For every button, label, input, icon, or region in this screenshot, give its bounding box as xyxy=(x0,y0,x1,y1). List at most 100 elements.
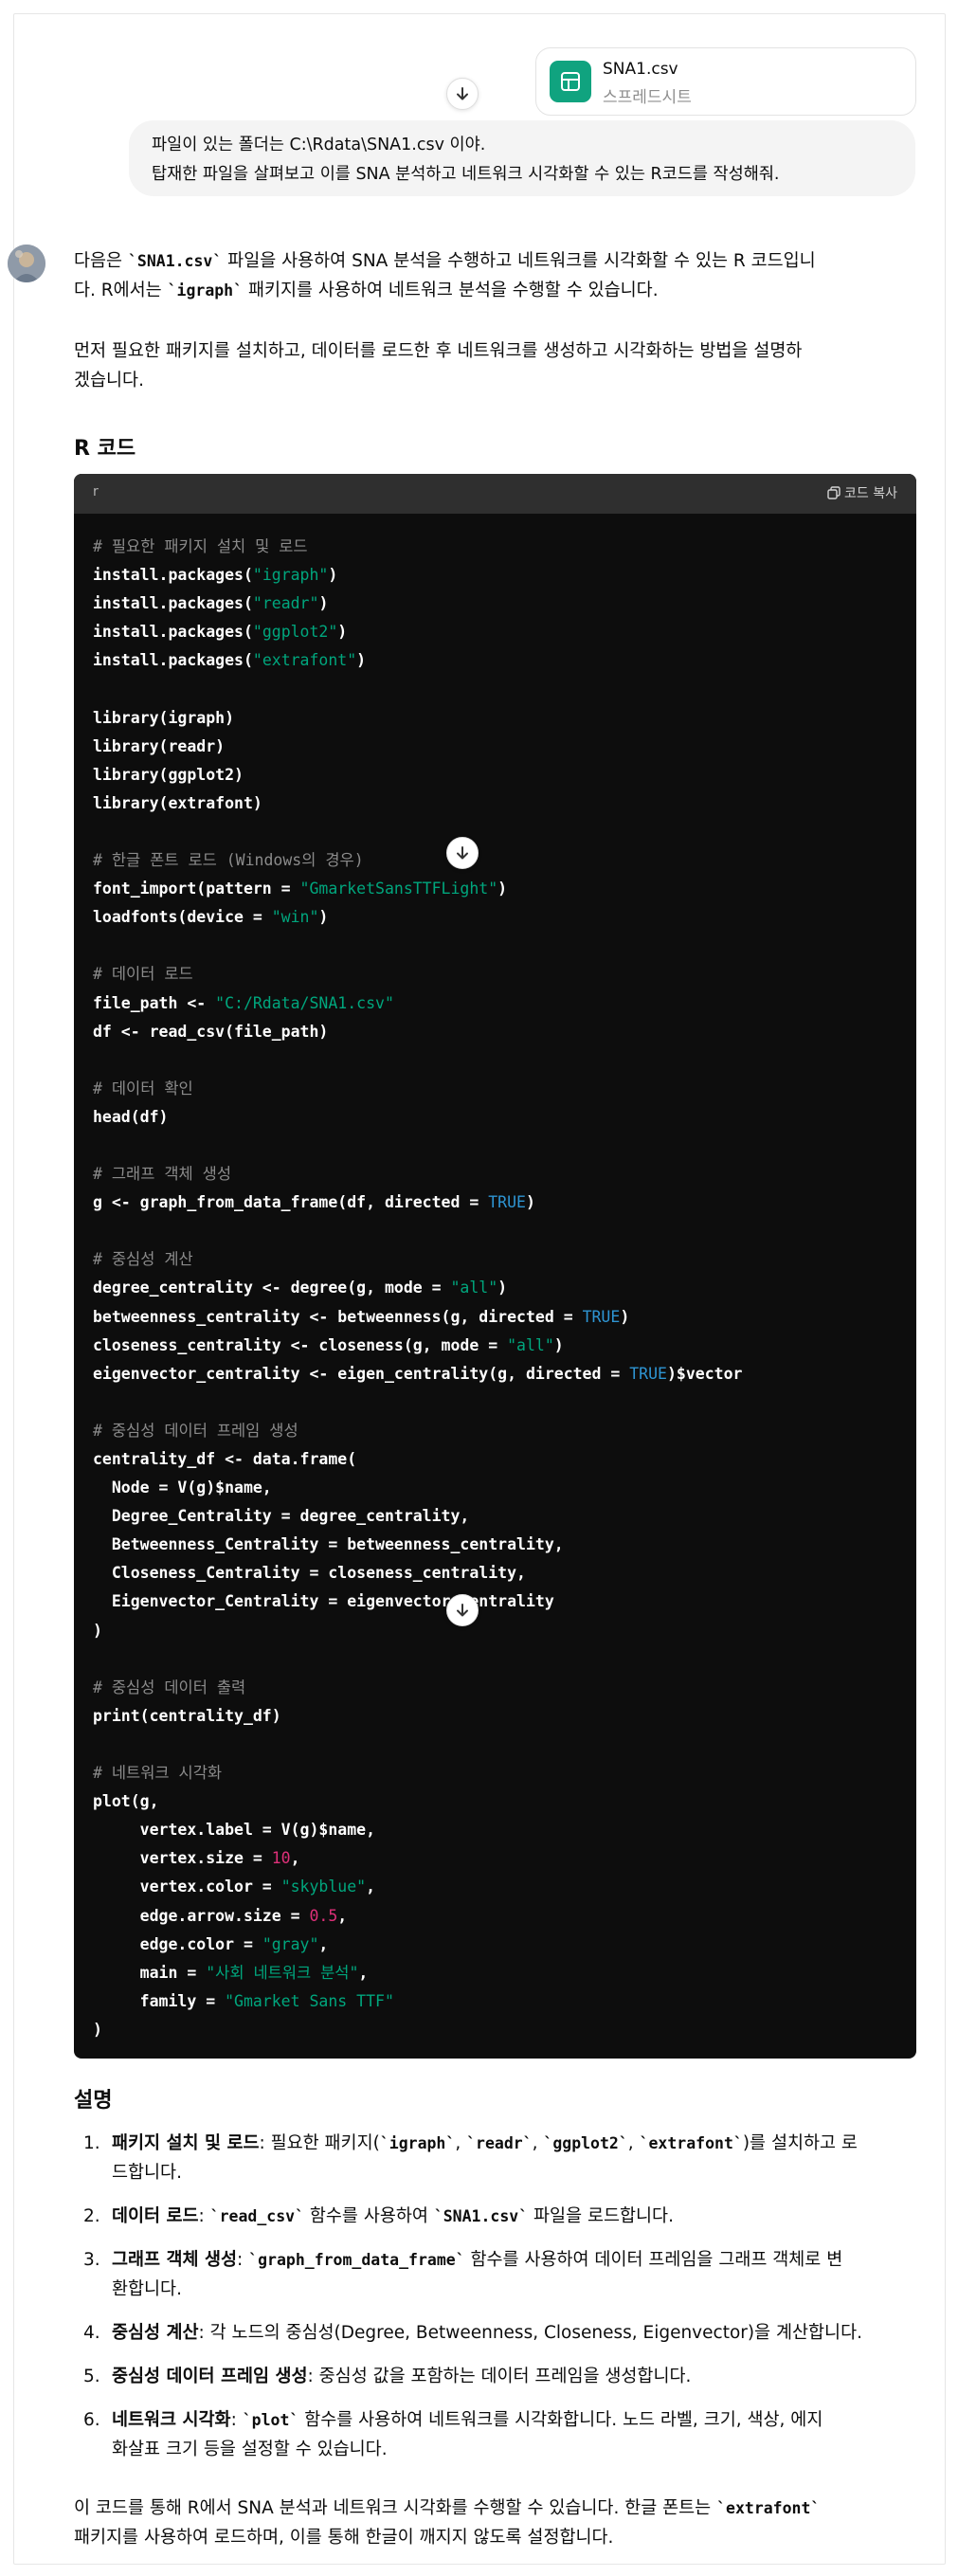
code-line: vertex.label = V(g)$name, xyxy=(93,1816,742,1844)
scroll-down-button[interactable] xyxy=(446,837,479,869)
code-line: library(readr) xyxy=(93,733,742,761)
inline-code: `ggplot2` xyxy=(543,2134,628,2152)
code-line: centrality_df <- data.frame( xyxy=(93,1445,742,1474)
code-line: # 필요한 패키지 설치 및 로드 xyxy=(93,533,742,561)
code-token: g <- graph_from_data_frame(df, directed … xyxy=(93,1193,489,1212)
text: 패키지를 사용하여 로드하며, 이를 통해 한글이 깨지지 않도록 설정합니다. xyxy=(74,2528,614,2548)
code-token: head(df) xyxy=(93,1107,169,1126)
list-title: 그래프 객체 생성 xyxy=(112,2250,238,2270)
code-token: ) xyxy=(525,1193,535,1212)
code-line: # 데이터 로드 xyxy=(93,960,742,989)
code-line: ) xyxy=(93,1617,742,1645)
code-token: , xyxy=(290,1849,300,1868)
code-token: loadfonts(device = xyxy=(93,908,272,927)
code-token: # 네트워크 시각화 xyxy=(93,1764,223,1783)
code-token: # 중심성 데이터 출력 xyxy=(93,1678,246,1696)
code-token: install.packages( xyxy=(93,623,253,642)
code-line: family = "Gmarket Sans TTF" xyxy=(93,1987,742,2016)
code-token: "skyblue" xyxy=(280,1878,367,1896)
code-token: edge.arrow.size = xyxy=(93,1906,310,1925)
text: 이 코드를 통해 R에서 SNA 분석과 네트워크 시각화를 수행할 수 있습니… xyxy=(74,2498,717,2518)
code-token: install.packages( xyxy=(93,651,253,670)
scroll-down-button[interactable] xyxy=(446,78,479,110)
code-token: library(readr) xyxy=(93,736,226,755)
list-item: 2. 데이터 로드: `read_csv` 함수를 사용하여 `SNA1.csv… xyxy=(74,2202,915,2231)
text: , xyxy=(455,2133,467,2153)
code-line: Degree_Centrality = degree_centrality, xyxy=(93,1502,742,1531)
user-message-line: 파일이 있는 폴더는 C:\Rdata\SNA1.csv 이야. xyxy=(152,136,486,154)
code-line: # 중심성 데이터 프레임 생성 xyxy=(93,1417,742,1445)
code-token: ) xyxy=(356,651,367,670)
user-message-line: 탑재한 파일을 살펴보고 이를 SNA 분석하고 네트워크 시각화할 수 있는 … xyxy=(152,165,780,184)
code-token: , xyxy=(337,1906,348,1925)
code-line: head(df) xyxy=(93,1103,742,1132)
scroll-down-button[interactable] xyxy=(446,1594,479,1626)
spreadsheet-icon xyxy=(550,61,591,102)
code-token: "Gmarket Sans TTF" xyxy=(225,1991,394,2010)
code-token: # 한글 폰트 로드 (Windows의 경우) xyxy=(93,851,364,870)
text: 파일을 로드합니다. xyxy=(528,2206,674,2226)
code-line: ) xyxy=(93,2016,742,2044)
attachment-card[interactable]: SNA1.csv 스프레드시트 xyxy=(535,47,916,116)
code-token: # 중심성 데이터 프레임 생성 xyxy=(93,1421,298,1440)
code-token: ) xyxy=(318,594,329,613)
code-line: install.packages("extrafont") xyxy=(93,646,742,675)
code-line: print(centrality_df) xyxy=(93,1702,742,1731)
code-line: library(ggplot2) xyxy=(93,761,742,789)
list-title: 네트워크 시각화 xyxy=(112,2410,231,2430)
list-item: 4. 중심성 계산: 각 노드의 중심성(Degree, Betweenness… xyxy=(74,2318,915,2348)
text: 파일을 사용하여 SNA 분석을 수행하고 네트워크를 시각화할 수 있는 R … xyxy=(222,251,816,271)
code-token: 10 xyxy=(271,1849,291,1868)
code-token: "gray" xyxy=(262,1934,319,1953)
code-token: ) xyxy=(93,1621,102,1640)
code-token: "readr" xyxy=(252,594,319,613)
text: 겠습니다. xyxy=(74,371,144,390)
code-line: main = "사회 네트워크 분석", xyxy=(93,1959,742,1987)
code-token: , xyxy=(366,1878,376,1896)
code-token: eigenvector_centrality <- eigen_centrali… xyxy=(93,1364,630,1383)
code-token: vertex.color = xyxy=(93,1878,281,1896)
code-line: edge.color = "gray", xyxy=(93,1931,742,1959)
text: 패키지를 사용하여 네트워크 분석을 수행할 수 있습니다. xyxy=(243,281,659,300)
copy-icon xyxy=(827,486,841,499)
code-line: file_path <- "C:/Rdata/SNA1.csv" xyxy=(93,989,742,1018)
list-title: 패키지 설치 및 로드 xyxy=(112,2133,260,2153)
copy-code-button[interactable]: 코드 복사 xyxy=(827,483,897,502)
list-number: 3. xyxy=(83,2250,100,2270)
code-token: ) xyxy=(328,566,338,585)
code-token: ) xyxy=(93,2020,102,2039)
text: 화살표 크기 등을 설정할 수 있습니다. xyxy=(112,2440,388,2459)
code-line: Node = V(g)$name, xyxy=(93,1474,742,1502)
code-token: Betweenness_Centrality = betweenness_cen… xyxy=(93,1535,564,1554)
code-content: # 필요한 패키지 설치 및 로드 install.packages("igrap… xyxy=(93,533,742,2044)
code-token: , xyxy=(358,1963,369,1982)
code-line: Betweenness_Centrality = betweenness_cen… xyxy=(93,1531,742,1559)
code-token: plot(g, xyxy=(93,1792,159,1811)
attachment-name: SNA1.csv xyxy=(603,60,678,79)
code-line: closeness_centrality <- closeness(g, mod… xyxy=(93,1332,742,1360)
text: : 필요한 패키지( xyxy=(259,2133,380,2153)
text: : xyxy=(230,2410,243,2430)
list-title: 중심성 데이터 프레임 생성 xyxy=(112,2367,308,2386)
list-number: 1. xyxy=(83,2133,100,2153)
inline-code: `SNA1.csv` xyxy=(433,2207,529,2225)
text: : xyxy=(198,2206,210,2226)
text: , xyxy=(627,2133,640,2153)
code-line: vertex.color = "skyblue", xyxy=(93,1873,742,1901)
code-token: )$vector xyxy=(666,1364,743,1383)
list-item: 6. 네트워크 시각화: `plot` 함수를 사용하여 네트워크를 시각화합니… xyxy=(74,2405,915,2464)
list-title: 데이터 로드 xyxy=(112,2206,199,2226)
code-token: Degree_Centrality = degree_centrality, xyxy=(93,1507,470,1526)
code-token: TRUE xyxy=(629,1364,667,1383)
code-token: closeness_centrality <- closeness(g, mod… xyxy=(93,1335,508,1354)
code-line: install.packages("readr") xyxy=(93,590,742,618)
inline-code: `read_csv` xyxy=(209,2207,305,2225)
text: : 각 노드의 중심성(Degree, Betweenness, Closene… xyxy=(198,2323,862,2343)
inline-code: `igraph` xyxy=(379,2134,456,2152)
